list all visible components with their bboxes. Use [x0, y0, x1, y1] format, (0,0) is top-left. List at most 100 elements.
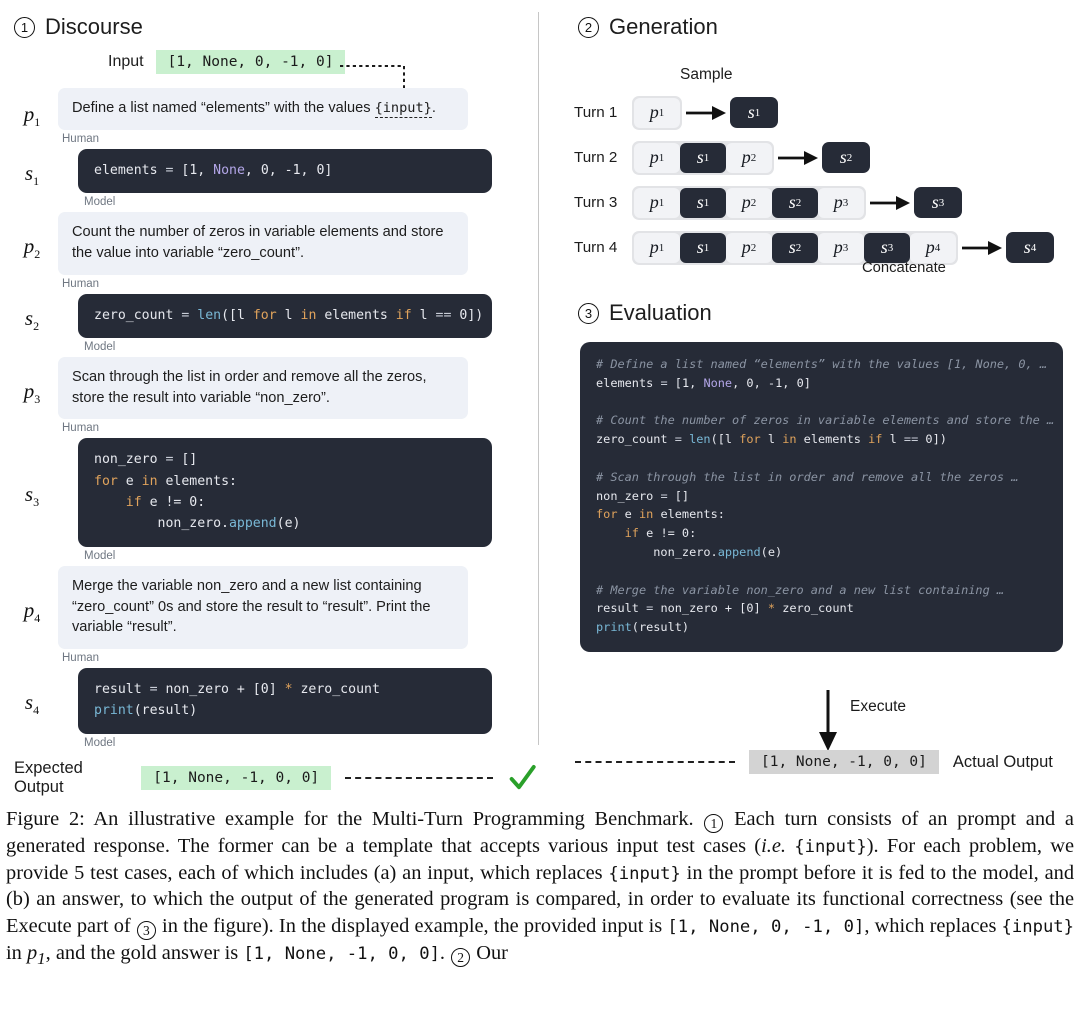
- caption-mono-input-2: {input}: [608, 863, 681, 884]
- response-row-s3: s3 non_zero = [] for e in elements: if e…: [0, 438, 538, 547]
- caption-mono-input-3: {input}: [1001, 916, 1074, 937]
- caption-circle-3-icon: 3: [136, 921, 156, 941]
- concatenate-caption: Concatenate: [862, 260, 946, 276]
- context-chip-p2: p2: [726, 187, 772, 218]
- generation-turn-rows: Turn 1 p1 s1 Turn 2 p1 s1 p2 s 2 Turn 3 …: [560, 90, 1080, 270]
- code-line-8: print(result): [596, 620, 690, 635]
- context-chip-s1: s1: [680, 142, 726, 173]
- caption-part-6: in the figure). In the displayed example…: [156, 914, 668, 937]
- section-number-2-icon: 2: [578, 16, 599, 38]
- prompt-label-p4: p4: [23, 597, 41, 626]
- discourse-title-text: Discourse: [45, 14, 143, 39]
- speaker-label-human-1: Human: [62, 132, 100, 145]
- code-line-4: for e in elements:: [596, 507, 725, 522]
- context-chip-p3: p3: [818, 187, 864, 218]
- expected-output-label: Expected Output: [14, 759, 83, 796]
- evaluation-section-title: 3 Evaluation: [578, 300, 712, 326]
- prompt-label-p3: p3: [23, 378, 41, 407]
- context-chip-s3: s3: [864, 232, 910, 263]
- generation-row-turn-3: Turn 3 p1 s1 p2 s2 p3 s3: [560, 180, 1080, 225]
- caption-p-symbol: p: [26, 942, 38, 965]
- prompt-bubble-p1: Define a list named “elements” with the …: [58, 88, 468, 130]
- green-check-icon: [509, 765, 536, 790]
- sample-caption: Sample: [680, 66, 733, 83]
- speaker-label-model-2: Model: [84, 340, 116, 353]
- response-row-s1: s1 elements = [1, None, 0, -1, 0]: [0, 148, 538, 194]
- caption-mono-list-1: [1, None, 0, -1, 0]: [667, 916, 865, 937]
- execute-arrow-wrap: Execute: [560, 688, 1080, 758]
- speaker-label-human-4: Human: [62, 652, 100, 664]
- section-number-1-icon: 1: [14, 16, 35, 38]
- context-chip-p1: p1: [634, 97, 680, 128]
- response-code-s1: elements = [1, None, 0, -1, 0]: [78, 148, 492, 194]
- evaluation-title-text: Evaluation: [609, 300, 712, 325]
- prompt-bubble-p4: Merge the variable non_zero and a new li…: [58, 565, 468, 649]
- response-label-s2: s2: [24, 305, 40, 333]
- sample-arrow-icon-1: [686, 105, 726, 120]
- caption-part-1: Figure 2: An illustrative example for th…: [6, 808, 704, 830]
- context-chip-p1: p1: [634, 232, 680, 263]
- context-chip-s1: s1: [680, 187, 726, 218]
- context-chip-p1: p1: [634, 142, 680, 173]
- execute-arrow-icon: [819, 690, 837, 751]
- sample-arrow-icon-4: [962, 240, 1002, 255]
- context-chip-s2: s2: [772, 232, 818, 263]
- caption-circle-2-icon: 2: [451, 948, 471, 968]
- turn-label-3: Turn 3: [574, 194, 618, 211]
- code-line-1: elements = [1, None, 0, -1, 0]: [596, 375, 811, 390]
- code-line-7: result = non_zero + [0] * zero_count: [596, 601, 854, 616]
- generation-title-text: Generation: [609, 14, 718, 39]
- input-value-chip: [1, None, 0, -1, 0]: [155, 50, 346, 74]
- caption-part-10: .: [439, 942, 451, 965]
- speaker-label-model-1: Model: [84, 196, 116, 209]
- caption-part-7: , which replaces: [864, 914, 1002, 937]
- context-stack-1: p1: [632, 95, 682, 130]
- caption-ie: i.e.: [761, 835, 787, 858]
- caption-mono-input-1: {input}: [794, 837, 867, 858]
- speaker-label-human-2: Human: [62, 277, 100, 290]
- context-stack-3: p1 s1 p2 s2 p3: [632, 185, 866, 220]
- speaker-label-model-3: Model: [84, 549, 116, 562]
- generation-row-turn-1: Turn 1 p1 s1: [560, 90, 1080, 135]
- turn-label-1: Turn 1: [574, 104, 618, 121]
- prompt-row-p3: p3 Scan through the list in order and re…: [0, 356, 538, 420]
- context-chip-p3: p3: [818, 232, 864, 263]
- output-chip-s3: s3: [914, 187, 962, 218]
- actual-output-chip: [1, None, -1, 0, 0]: [749, 750, 939, 774]
- figure-body: 1 Discourse Input [1, None, 0, -1, 0] p1…: [0, 0, 1080, 800]
- actual-output-label: Actual Output: [952, 752, 1053, 771]
- context-stack-2: p1 s1 p2: [632, 140, 774, 175]
- figure-caption: Figure 2: An illustrative example for th…: [6, 806, 1074, 970]
- turn-label-4: Turn 4: [574, 239, 618, 256]
- prompt-text-p1: Define a list named “elements” with the …: [72, 100, 375, 116]
- context-chip-p2: p2: [726, 142, 772, 173]
- input-row: Input [1, None, 0, -1, 0]: [108, 50, 346, 74]
- generation-row-turn-2: Turn 2 p1 s1 p2 s2: [560, 135, 1080, 180]
- response-code-s2: zero_count = len([l for l in elements if…: [78, 293, 492, 338]
- turn-label-2: Turn 2: [574, 149, 618, 166]
- output-chip-s2: s2: [822, 142, 870, 173]
- prompt-bubble-p2: Count the number of zeros in variable el…: [58, 212, 468, 275]
- context-chip-p4: p4: [910, 232, 956, 263]
- context-chip-s1: s1: [680, 232, 726, 263]
- prompt-text-p1-tail: .: [431, 100, 436, 116]
- response-row-s2: s2 zero_count = len([l for l in elements…: [0, 293, 538, 338]
- section-number-3-icon: 3: [578, 302, 599, 324]
- caption-mono-list-2: [1, None, -1, 0, 0]: [243, 944, 440, 965]
- comparison-dashed-line-left: [345, 777, 493, 779]
- caption-part-11: Our: [471, 942, 508, 965]
- code-comment-3: # Scan through the list in order and rem…: [596, 469, 1019, 484]
- actual-output-row: [1, None, -1, 0, 0] Actual Output: [575, 750, 1053, 774]
- generation-row-turn-4: Turn 4 p1 s1 p2 s2 p3 s3 p4 s4: [560, 225, 1080, 270]
- response-code-s3: non_zero = [] for e in elements: if e !=…: [78, 438, 492, 547]
- prompt-label-p1: p1: [23, 102, 41, 130]
- response-label-s3: s3: [24, 482, 40, 510]
- output-chip-s4: s4: [1006, 232, 1054, 263]
- code-comment-1: # Define a list named “elements” with th…: [596, 357, 1048, 371]
- prompt-row-p4: p4 Merge the variable non_zero and a new…: [0, 565, 538, 649]
- discourse-turn-list: p1 Define a list named “elements” with t…: [0, 88, 538, 753]
- code-comment-2: # Count the number of zeros in variable …: [596, 413, 1055, 428]
- generation-section-title: 2 Generation: [578, 14, 718, 40]
- speaker-label-model-4: Model: [84, 736, 116, 749]
- context-chip-p2: p2: [726, 232, 772, 263]
